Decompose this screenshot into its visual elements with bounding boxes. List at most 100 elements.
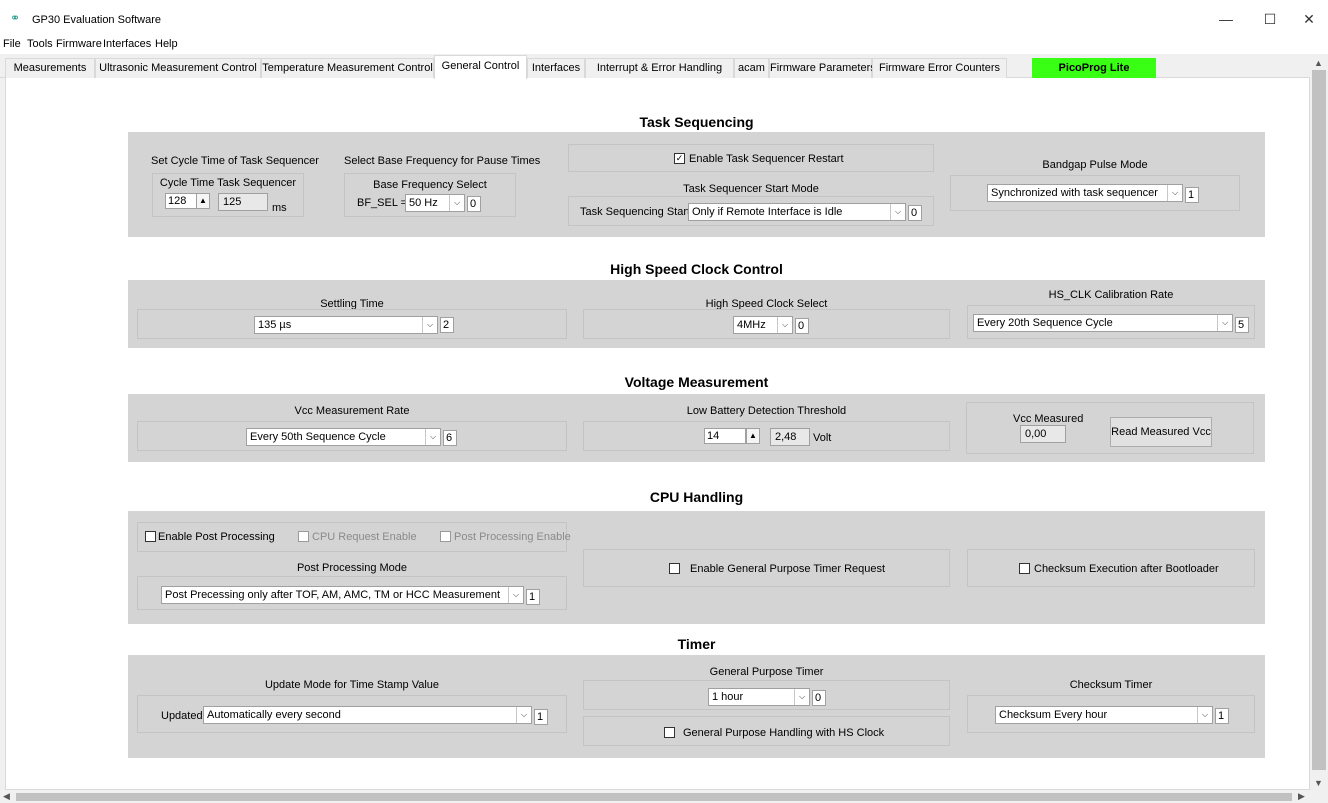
tab-measurements[interactable]: Measurements bbox=[5, 58, 95, 78]
scroll-right-icon[interactable]: ▶ bbox=[1298, 791, 1305, 802]
cycle-time-spinner[interactable]: ▲ bbox=[196, 193, 210, 209]
update-mode-code: 1 bbox=[534, 709, 548, 725]
chevron-down-icon[interactable]: ⌵ bbox=[1197, 707, 1212, 723]
vcc-measured-label: Vcc Measured bbox=[1013, 413, 1084, 425]
low-battery-group bbox=[583, 421, 950, 451]
gp-timer-label: General Purpose Timer bbox=[709, 666, 824, 678]
chevron-down-icon[interactable]: ⌵ bbox=[1167, 185, 1182, 201]
cycle-time-label: Cycle Time Task Sequencer bbox=[159, 177, 297, 189]
chevron-down-icon[interactable]: ⌵ bbox=[422, 317, 437, 333]
vcc-rate-code: 6 bbox=[443, 430, 457, 446]
chevron-down-icon[interactable]: ⌵ bbox=[890, 204, 905, 220]
tab-firmware-error-counters[interactable]: Firmware Error Counters bbox=[872, 58, 1007, 78]
gp-timer-code: 0 bbox=[812, 690, 826, 706]
low-battery-volt-value: 2,48 bbox=[770, 428, 810, 446]
low-battery-spinner[interactable]: ▲ bbox=[746, 428, 760, 444]
post-processing-mode-select[interactable]: Post Precessing only after TOF, AM, AMC,… bbox=[161, 586, 524, 604]
post-processing-mode-label: Post Processing Mode bbox=[296, 562, 408, 574]
tab-temperature-measurement-control[interactable]: Temperature Measurement Control bbox=[261, 58, 434, 78]
chevron-down-icon[interactable]: ⌵ bbox=[1217, 315, 1232, 331]
chevron-down-icon[interactable]: ⌵ bbox=[516, 707, 531, 723]
settling-time-select[interactable]: 135 µs bbox=[254, 316, 438, 334]
update-mode-prefix: Updated bbox=[161, 710, 203, 722]
scroll-up-icon[interactable]: ▲ bbox=[1314, 58, 1323, 68]
chevron-down-icon[interactable]: ⌵ bbox=[425, 429, 440, 445]
checksum-bootloader-label: Checksum Execution after Bootloader bbox=[1034, 563, 1219, 575]
tab-general-control[interactable]: General Control bbox=[434, 55, 527, 79]
chevron-down-icon[interactable]: ⌵ bbox=[449, 195, 464, 211]
settling-time-code: 2 bbox=[440, 317, 454, 333]
app-icon: ⚭ bbox=[10, 11, 21, 25]
update-mode-label: Update Mode for Time Stamp Value bbox=[264, 679, 440, 691]
base-frequency-label: Base Frequency Select bbox=[373, 179, 487, 191]
bandgap-select[interactable]: Synchronized with task sequencer bbox=[987, 184, 1183, 202]
bf-sel-prefix: BF_SEL = bbox=[357, 197, 408, 209]
vcc-rate-label: Vcc Measurement Rate bbox=[294, 405, 410, 417]
bf-sel-code: 0 bbox=[467, 196, 481, 212]
post-processing-mode-code: 1 bbox=[526, 589, 540, 605]
menu-bar bbox=[0, 36, 1328, 54]
cycle-time-header: Set Cycle Time of Task Sequencer bbox=[151, 155, 319, 167]
scroll-down-icon[interactable]: ▼ bbox=[1314, 778, 1323, 788]
chevron-down-icon[interactable]: ⌵ bbox=[794, 689, 809, 705]
bandgap-label: Bandgap Pulse Mode bbox=[1042, 159, 1148, 171]
window-title: GP30 Evaluation Software bbox=[32, 14, 162, 26]
voltage-title: Voltage Measurement bbox=[624, 374, 769, 390]
enable-post-processing-checkbox[interactable] bbox=[145, 531, 156, 542]
tab-interfaces[interactable]: Interfaces bbox=[527, 58, 585, 78]
scroll-left-icon[interactable]: ◀ bbox=[3, 791, 10, 802]
checksum-timer-code: 1 bbox=[1215, 708, 1229, 724]
post-processing-enable-checkbox[interactable] bbox=[440, 531, 451, 542]
menu-firmware[interactable]: Firmware bbox=[56, 38, 102, 50]
minimize-button[interactable]: — bbox=[1203, 6, 1249, 32]
low-battery-input[interactable]: 14 bbox=[704, 428, 746, 444]
tab-firmware-parameters[interactable]: Firmware Parameters bbox=[769, 58, 876, 78]
cycle-time-ms-value: 125 bbox=[218, 193, 268, 211]
vcc-measured-value: 0,00 bbox=[1020, 425, 1066, 443]
menu-interfaces[interactable]: Interfaces bbox=[103, 38, 151, 50]
menu-help[interactable]: Help bbox=[155, 38, 178, 50]
bandgap-code: 1 bbox=[1185, 187, 1199, 203]
gp-timer-request-checkbox[interactable] bbox=[669, 563, 680, 574]
cpu-request-enable-label: CPU Request Enable bbox=[312, 531, 417, 543]
low-battery-label: Low Battery Detection Threshold bbox=[686, 405, 847, 417]
vertical-scroll-thumb[interactable] bbox=[1312, 70, 1326, 770]
chevron-down-icon[interactable]: ⌵ bbox=[508, 587, 523, 603]
low-battery-unit: Volt bbox=[813, 432, 832, 444]
update-mode-select[interactable]: Automatically every second bbox=[203, 706, 532, 724]
close-button[interactable]: ✕ bbox=[1286, 6, 1328, 32]
tab-acam[interactable]: acam bbox=[734, 58, 769, 78]
start-mode-code: 0 bbox=[908, 205, 922, 221]
hs-clk-calibration-select[interactable]: Every 20th Sequence Cycle bbox=[973, 314, 1233, 332]
start-mode-select[interactable]: Only if Remote Interface is Idle bbox=[688, 203, 906, 221]
tab-ultrasonic-measurement-control[interactable]: Ultrasonic Measurement Control bbox=[95, 58, 261, 78]
chevron-down-icon[interactable]: ⌵ bbox=[777, 317, 792, 333]
start-mode-label: Task Sequencer Start Mode bbox=[683, 183, 819, 195]
checksum-timer-select[interactable]: Checksum Every hour bbox=[995, 706, 1213, 724]
vcc-rate-select[interactable]: Every 50th Sequence Cycle bbox=[246, 428, 441, 446]
tab-interrupt-error-handling[interactable]: Interrupt & Error Handling bbox=[585, 58, 734, 78]
gp-hs-clock-checkbox[interactable] bbox=[664, 727, 675, 738]
hsclk-title: High Speed Clock Control bbox=[610, 261, 783, 277]
hs-clk-calibration-label: HS_CLK Calibration Rate bbox=[1048, 289, 1174, 301]
checksum-timer-label: Checksum Timer bbox=[1069, 679, 1153, 691]
menu-tools[interactable]: Tools bbox=[27, 38, 53, 50]
gp-timer-request-label: Enable General Purpose Timer Request bbox=[690, 563, 886, 575]
enable-post-processing-label: Enable Post Processing bbox=[158, 531, 275, 543]
menu-file[interactable]: File bbox=[3, 38, 21, 50]
cpu-title: CPU Handling bbox=[649, 489, 744, 505]
base-frequency-header: Select Base Frequency for Pause Times bbox=[344, 155, 541, 167]
tab-picoprog-lite[interactable]: PicoProg Lite bbox=[1032, 58, 1156, 78]
cpu-request-enable-checkbox[interactable] bbox=[298, 531, 309, 542]
title-bar bbox=[0, 0, 1328, 36]
checksum-bootloader-checkbox[interactable] bbox=[1019, 563, 1030, 574]
horizontal-scroll-thumb[interactable] bbox=[16, 793, 1292, 801]
cycle-time-input[interactable]: 128 bbox=[165, 193, 197, 209]
hs-clock-select-code: 0 bbox=[795, 318, 809, 334]
start-mode-prefix: Task Sequencing Starts: bbox=[580, 206, 699, 218]
post-processing-enable-label: Post Processing Enable bbox=[454, 531, 571, 543]
read-measured-vcc-button[interactable]: Read Measured Vcc bbox=[1110, 417, 1212, 447]
hs-clk-calibration-code: 5 bbox=[1235, 317, 1249, 333]
enable-restart-checkbox[interactable]: ✓ bbox=[674, 153, 685, 164]
enable-restart-label: Enable Task Sequencer Restart bbox=[689, 153, 844, 165]
